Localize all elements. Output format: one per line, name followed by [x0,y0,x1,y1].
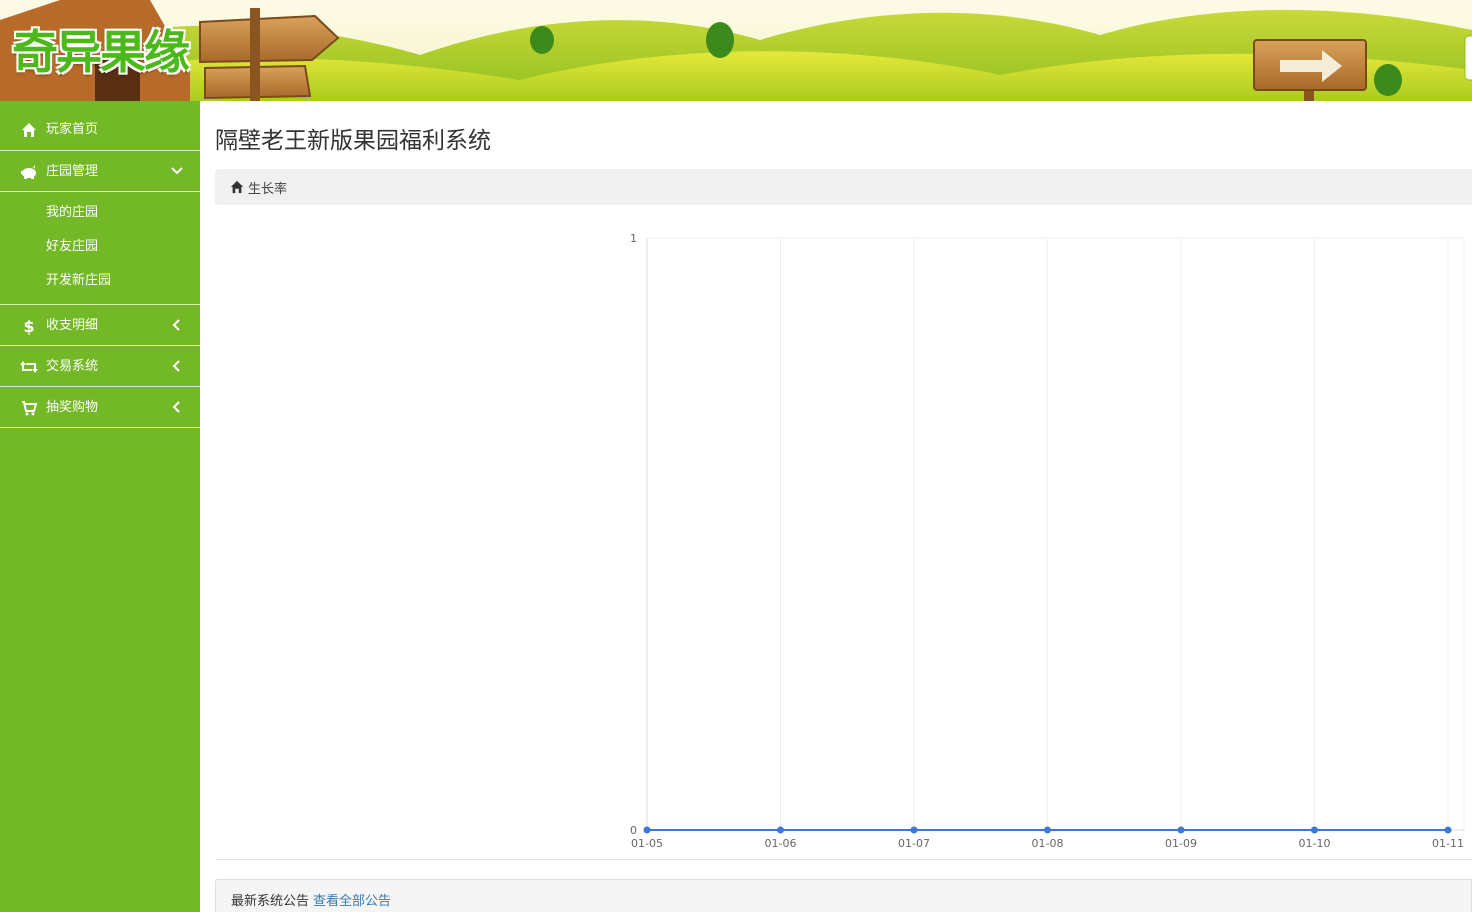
data-point [777,826,784,834]
retweet-icon [20,358,38,376]
chart-labels: 0 1 01-05 01-06 01-07 01-08 01-09 01-10 01-11 [630,232,1464,850]
x-tick-label: 01-09 [1165,837,1197,850]
chevron-down-icon [170,164,184,178]
x-tick-label: 01-10 [1299,837,1331,850]
sidebar-item-player-home[interactable]: 玩家首页 [0,101,200,151]
system-notice-panel: 最新系统公告 查看全部公告 [215,879,1472,912]
sidebar-item-lottery-shopping[interactable]: 抽奖购物 [0,387,200,428]
header-scenery [0,0,1472,101]
chevron-left-icon [170,400,184,414]
notice-title: 最新系统公告 [231,894,310,909]
home-icon [20,121,38,139]
page-title: 隔壁老王新版果园福利系统 [215,128,491,154]
y-tick-label: 1 [630,232,637,245]
view-all-notices-link[interactable]: 查看全部公告 [313,894,391,909]
sidebar-item-label: 玩家首页 [46,122,99,137]
sidebar-item-label: 庄园管理 [46,164,99,179]
chevron-left-icon [170,359,184,373]
data-point [643,826,651,834]
breadcrumb-current: 生长率 [248,181,288,197]
header-banner: 奇异果缘 [0,0,1472,101]
sidebar-subitem-my-manor[interactable]: 我的庄园 [0,196,200,230]
x-tick-label: 01-06 [765,837,797,850]
data-point [1444,826,1452,834]
chart-series [643,826,1452,834]
growth-rate-chart: 0 1 01-05 01-06 01-07 01-08 01-09 01-10 01-11 [630,232,1465,850]
x-tick-label: 01-07 [898,837,930,850]
site-logo: 奇异果缘 [12,25,190,79]
sidebar-subitem-friend-manor[interactable]: 好友庄园 [0,230,200,264]
x-tick-label: 01-11 [1432,837,1464,850]
data-point [1311,826,1318,834]
chart-grid [646,237,1465,830]
sidebar-item-label: 抽奖购物 [46,400,99,415]
divider [215,859,1472,860]
piggy-bank-icon [20,163,38,181]
x-tick-label: 01-08 [1032,837,1064,850]
y-tick-label: 0 [630,824,637,837]
sidebar-item-label: 交易系统 [46,359,99,374]
sidebar-item-income-expense[interactable]: $ 收支明细 [0,305,200,346]
data-point [1044,826,1051,834]
breadcrumb: 生长率 [215,169,1472,205]
dollar-icon: $ [20,317,38,335]
sidebar-item-trading-system[interactable]: 交易系统 [0,346,200,387]
data-point [1177,826,1185,834]
submenu-manor-management: 我的庄园 好友庄园 开发新庄园 [0,192,200,305]
chevron-left-icon [170,318,184,332]
chart-axes [646,238,1464,831]
home-icon[interactable] [230,180,244,194]
sidebar: 玩家首页 庄园管理 我的庄园 好友庄园 开发新庄园 $ 收支明细 交易系统 抽奖… [0,101,200,912]
x-tick-label: 01-05 [631,837,663,850]
sidebar-subitem-develop-new-manor[interactable]: 开发新庄园 [0,264,200,298]
sidebar-item-manor-management[interactable]: 庄园管理 [0,151,200,192]
main-content: 隔壁老王新版果园福利系统 生长率 0 1 01-05 01-06 01-07 01-08 0… [200,101,1472,912]
cart-icon [20,399,38,417]
svg-text:$: $ [23,317,34,335]
sidebar-item-label: 收支明细 [46,318,99,333]
data-point [910,826,918,834]
app-window: 奇异果缘 玩家首页 庄园管理 我的庄园 好友庄园 开发新庄园 $ 收支明细 交易… [0,0,1472,912]
